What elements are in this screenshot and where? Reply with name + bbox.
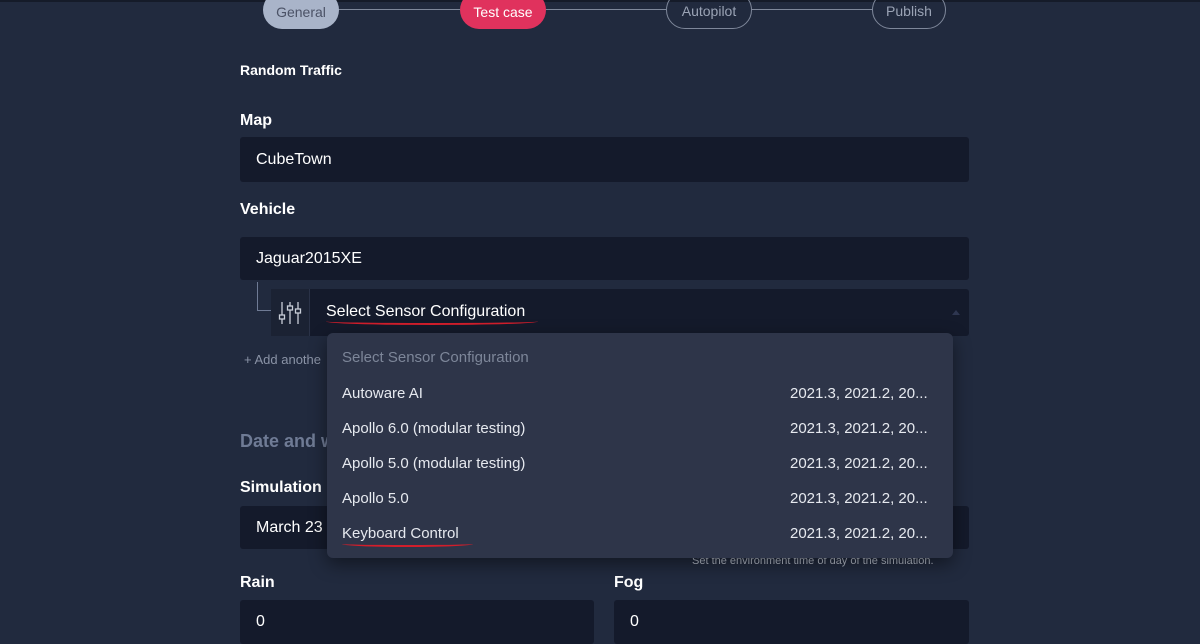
stepper-connector — [545, 9, 666, 10]
tree-connector-vertical — [257, 282, 258, 310]
option-versions: 2021.3, 2021.2, 20... — [790, 455, 928, 472]
vehicle-label: Vehicle — [240, 201, 296, 218]
fog-label: Fog — [614, 574, 644, 591]
dropdown-option[interactable]: Apollo 5.0 (modular testing) 2021.3, 202… — [327, 446, 953, 481]
sensor-config-dropdown: Select Sensor Configuration Autoware AI … — [327, 333, 953, 558]
sliders-icon — [271, 289, 310, 336]
option-versions: 2021.3, 2021.2, 20... — [790, 525, 928, 542]
option-name: Apollo 5.0 (modular testing) — [342, 455, 526, 472]
step-general[interactable]: General — [263, 0, 339, 29]
fog-value: 0 — [630, 613, 639, 630]
dropdown-option[interactable]: Apollo 5.0 2021.3, 2021.2, 20... — [327, 481, 953, 516]
option-name: Apollo 5.0 — [342, 490, 409, 507]
dropdown-option[interactable]: Autoware AI 2021.3, 2021.2, 20... — [327, 376, 953, 411]
sensor-config-select[interactable]: Select Sensor Configuration — [271, 289, 969, 336]
dropdown-option[interactable]: Apollo 6.0 (modular testing) 2021.3, 202… — [327, 411, 953, 446]
random-traffic-label: Random Traffic — [240, 62, 342, 78]
map-value: CubeTown — [256, 150, 332, 168]
stepper-connector — [751, 9, 872, 10]
option-name: Autoware AI — [342, 385, 423, 402]
wizard-stepper: General Test case Autopilot Publish — [0, 0, 1200, 30]
dropdown-option-keyboard-control[interactable]: Keyboard Control 2021.3, 2021.2, 20... — [327, 516, 953, 551]
rain-value: 0 — [256, 613, 265, 630]
vehicle-value: Jaguar2015XE — [256, 249, 362, 267]
rain-label: Rain — [240, 574, 275, 591]
add-another-link[interactable]: + Add anothe — [244, 352, 321, 367]
option-name: Apollo 6.0 (modular testing) — [342, 420, 526, 437]
map-label: Map — [240, 112, 272, 129]
simulation-date-label: Simulation — [240, 479, 322, 496]
option-versions: 2021.3, 2021.2, 20... — [790, 420, 928, 437]
simulation-date-value: March 23 — [256, 518, 323, 536]
option-versions: 2021.3, 2021.2, 20... — [790, 490, 928, 507]
option-name: Keyboard Control — [342, 525, 459, 542]
tree-connector-horizontal — [257, 310, 271, 311]
step-publish[interactable]: Publish — [872, 0, 946, 29]
annotation-underline — [342, 541, 473, 547]
date-weather-section-title: Date and w — [240, 431, 336, 451]
step-test-case[interactable]: Test case — [460, 0, 546, 29]
map-select[interactable]: CubeTown — [240, 137, 969, 182]
option-versions: 2021.3, 2021.2, 20... — [790, 385, 928, 402]
step-autopilot[interactable]: Autopilot — [666, 0, 752, 29]
rain-input[interactable]: 0 — [240, 600, 594, 644]
dropdown-placeholder: Select Sensor Configuration — [342, 349, 529, 366]
caret-up-icon — [952, 310, 960, 315]
vehicle-select[interactable]: Jaguar2015XE — [240, 237, 969, 280]
stepper-connector — [338, 9, 460, 10]
annotation-underline — [326, 318, 538, 325]
fog-input[interactable]: 0 — [614, 600, 969, 644]
